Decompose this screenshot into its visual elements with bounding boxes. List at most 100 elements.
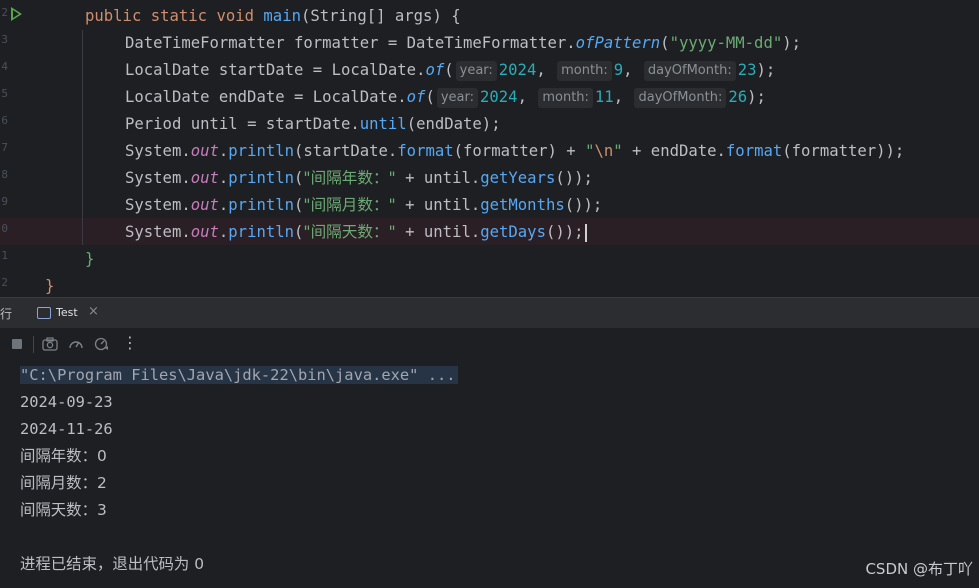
token: ()); [564,196,603,214]
token: until [190,115,238,133]
code-line: Period until = startDate.until(endDate); [125,111,501,138]
token: . [181,196,191,214]
gauge-icon[interactable] [68,337,84,351]
line-number: 6 [1,114,8,127]
text-caret [584,223,587,242]
token: "yyyy-MM-dd" [669,34,783,52]
token: . [218,169,229,187]
run-toolbar: ⋮ [0,328,979,360]
token: startDate [218,61,304,79]
camera-icon[interactable] [42,337,58,351]
token: println [228,169,295,187]
code-line: System.out.println(startDate.format(form… [125,138,904,165]
param-hint: year: [436,87,478,108]
profiler-icon[interactable] [94,337,110,351]
run-tool-label[interactable]: 行 [0,305,12,322]
token: ( [425,88,435,106]
token: 9 [613,61,624,79]
token: 2024 [498,61,537,79]
token: ); [747,88,766,106]
token: . [218,196,229,214]
token: = [247,115,257,133]
tab-label: Test [56,306,78,319]
console-line: 间隔天数：3 [20,501,107,519]
code-line: public static void main(String[] args) { [85,3,461,30]
param-hint: year: [455,60,497,81]
gutter: 2 3 4 5 6 7 8 9 0 1 2 [0,0,12,297]
token: + until. [395,169,481,187]
token: Period [125,115,182,133]
token: = [387,34,398,52]
token: \n [594,142,614,160]
token: out [190,142,219,160]
code-line: System.out.println("间隔年数：" + until.getYe… [125,165,593,192]
close-icon[interactable]: × [88,304,99,319]
token: System [125,196,182,214]
watermark: CSDN @布丁吖 [865,560,973,578]
param-hint: month: [538,87,593,108]
token: "间隔天数：" [303,223,396,241]
token: "间隔年数：" [303,169,396,187]
token: println [228,196,295,214]
code-editor[interactable]: 2 3 4 5 6 7 8 9 0 1 2 public static void… [0,0,979,297]
token: out [190,223,219,241]
param-hint: dayOfMonth: [634,87,727,108]
line-number: 0 [1,222,8,235]
token: formatter [294,34,379,52]
token: ) [432,7,442,25]
token: + endDate. [622,142,726,160]
token: , [623,61,633,79]
code-line: System.out.println("间隔月数：" + until.getMo… [125,192,602,219]
token: LocalDate [312,88,398,106]
token: args [394,7,433,25]
stop-icon[interactable] [12,339,22,349]
token: LocalDate [331,61,417,79]
token: ofPattern [575,34,661,52]
token: " [613,142,623,160]
token: , [536,61,546,79]
token: DateTimeFormatter [125,34,285,52]
line-number: 2 [1,6,8,19]
token: LocalDate [125,88,210,106]
token: } [45,277,55,295]
line-number: 4 [1,60,8,73]
token: System [125,169,182,187]
code-line: DateTimeFormatter formatter = DateTimeFo… [125,30,801,57]
token: System [125,223,182,241]
console-command[interactable]: "C:\Program Files\Java\jdk-22\bin\java.e… [20,366,458,384]
token: String[] [310,7,386,25]
token: ( [660,34,670,52]
toolbar-divider [33,336,34,353]
console-icon [37,307,51,319]
token: endDate [218,88,285,106]
more-icon[interactable]: ⋮ [122,334,138,352]
console-line: "C:\Program Files\Java\jdk-22\bin\java.e… [20,362,458,389]
token: ); [756,61,776,79]
token: ( [294,196,304,214]
token: . [181,223,191,241]
token: } [85,250,95,268]
token: . [566,34,576,52]
token: 26 [728,88,748,106]
token: (formatter) + [453,142,586,160]
tab-test[interactable]: Test × [26,298,108,330]
token: ( [294,223,304,241]
run-panel-header: 行 Test × [0,297,979,330]
token: LocalDate [125,61,210,79]
token: println [228,142,295,160]
token: ); [782,34,802,52]
token: . [181,169,191,187]
token: of [406,88,426,106]
run-icon[interactable] [11,7,22,21]
token: + until. [395,223,481,241]
token: . [218,223,229,241]
token: main [263,7,301,25]
line-number: 7 [1,141,8,154]
token: getMonths [480,196,565,214]
token: (endDate); [406,115,501,133]
code-line: LocalDate startDate = LocalDate.of(year:… [125,57,775,84]
console-output[interactable]: "C:\Program Files\Java\jdk-22\bin\java.e… [0,360,979,588]
token: format [397,142,454,160]
token: ( [300,7,311,25]
token: out [190,169,219,187]
